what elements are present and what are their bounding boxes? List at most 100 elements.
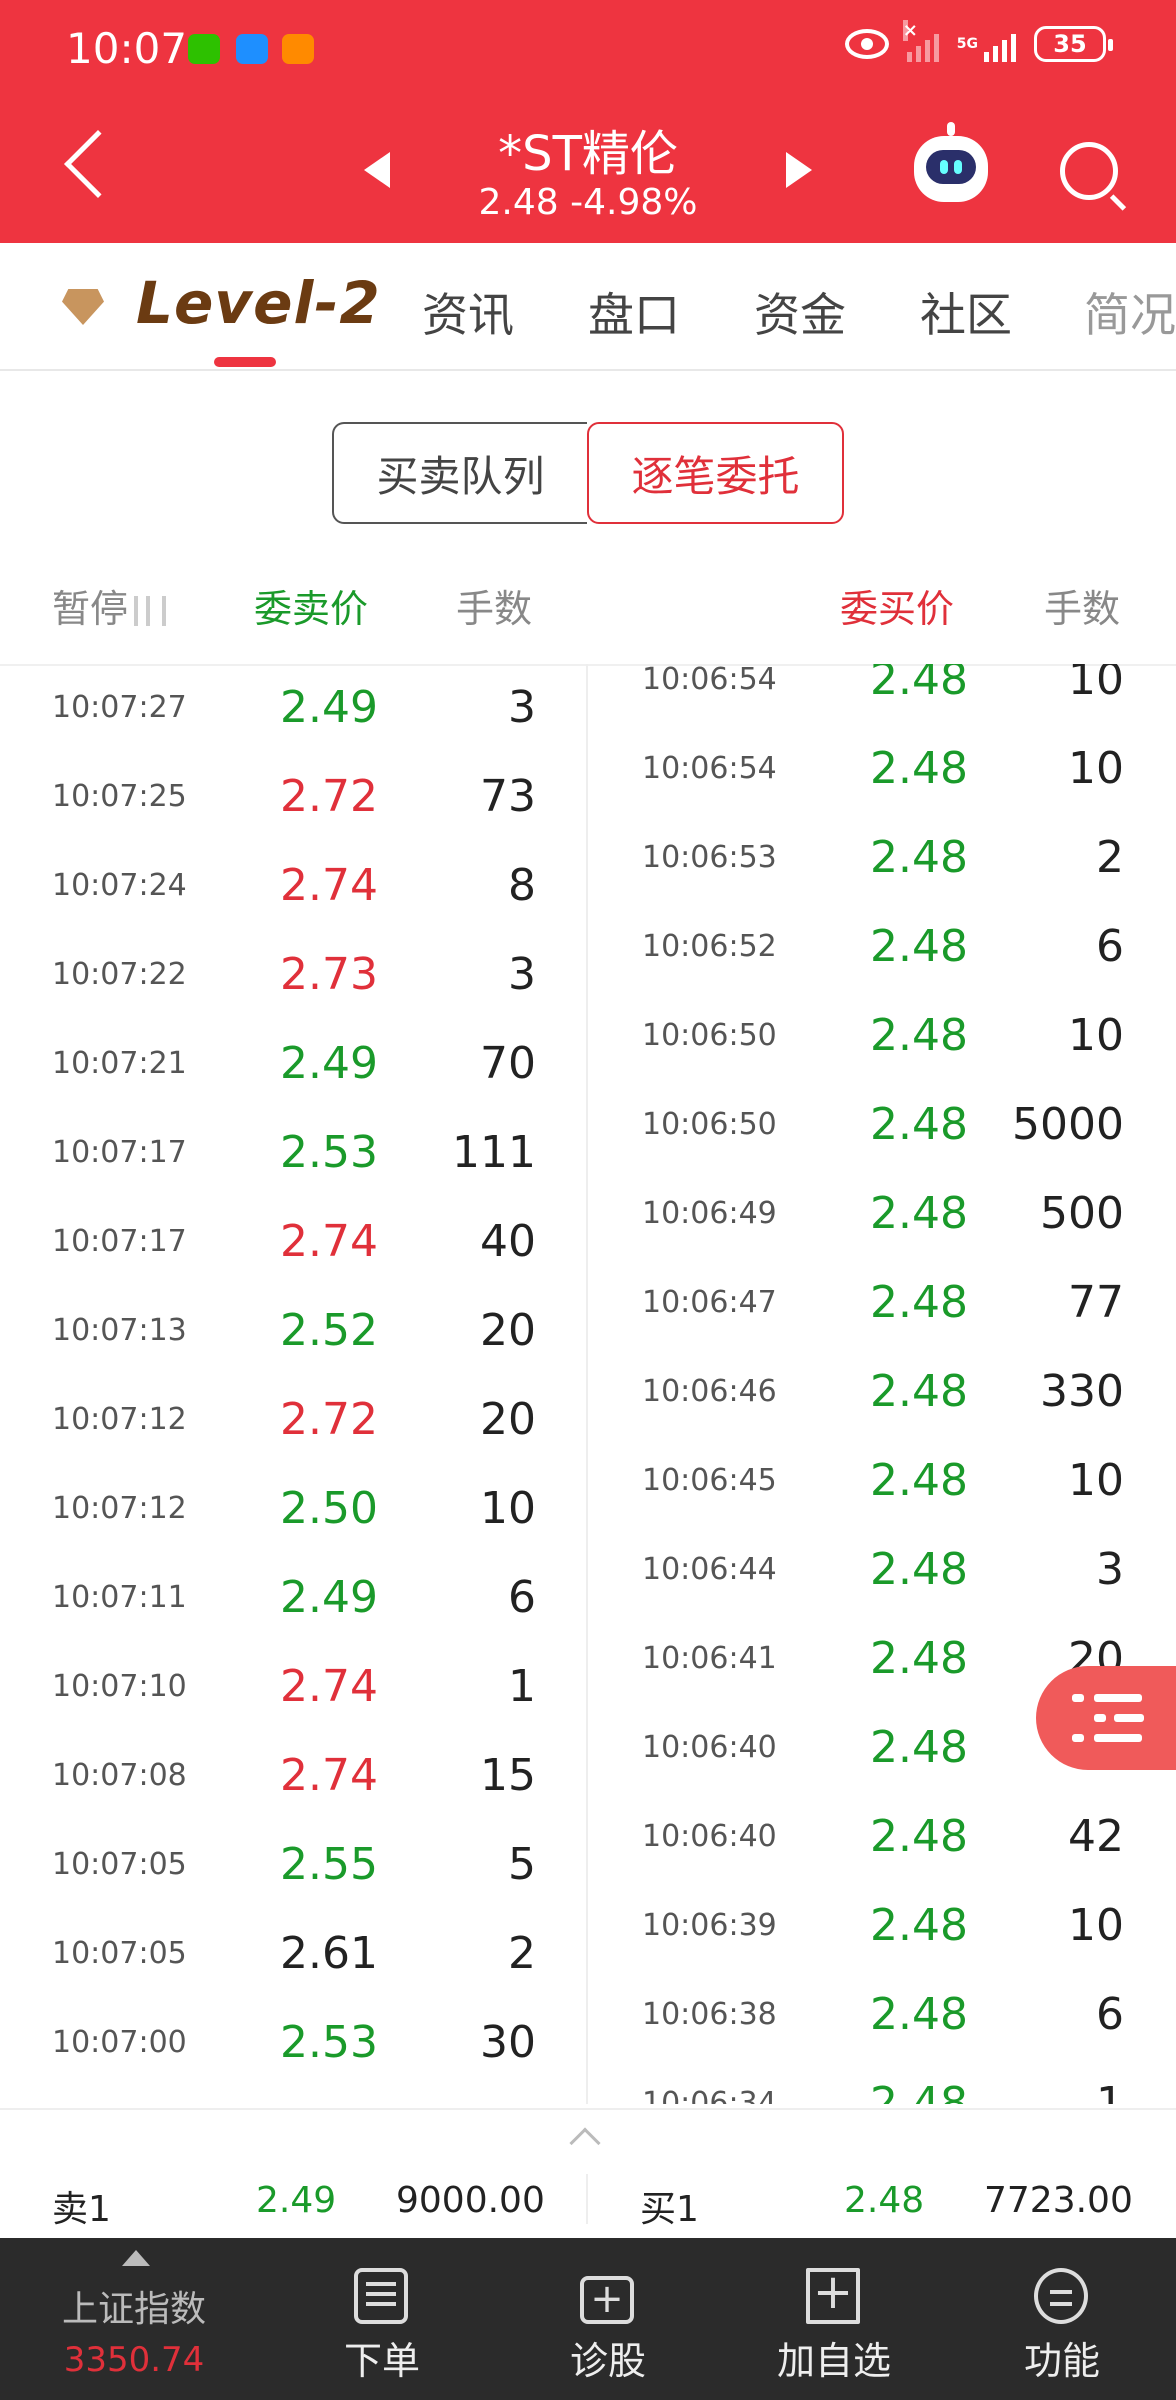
signal-strong-icon	[984, 26, 1016, 62]
order-time: 10:07:17	[52, 1224, 187, 1259]
order-time: 10:06:45	[642, 1463, 777, 1498]
buy-price-header: 委买价	[840, 587, 955, 631]
message-notification-icon	[236, 34, 268, 64]
order-row: 10:07:17 2.74 40	[0, 1198, 586, 1287]
order-time: 10:07:00	[52, 2025, 187, 2060]
order-row: 10:06:54 2.48 10	[588, 664, 1176, 725]
eye-icon	[844, 29, 889, 59]
order-row: 10:06:50 2.48 5000	[588, 1081, 1176, 1170]
order-quantity: 3	[508, 682, 536, 733]
order-row: 10:07:17 2.53 111	[0, 1109, 586, 1198]
order-row: 10:06:44 2.48 3	[588, 1526, 1176, 1615]
order-quantity: 6	[508, 1572, 536, 1623]
order-quantity: 15	[480, 1750, 536, 1801]
floating-menu-button[interactable]	[1036, 1666, 1176, 1770]
order-row: 10:07:12 2.72 20	[0, 1376, 586, 1465]
pause-label: 暂停	[52, 587, 129, 631]
robot-assistant-icon[interactable]	[914, 122, 988, 202]
tab-news[interactable]: 资讯	[422, 279, 514, 345]
order-time: 10:07:27	[52, 690, 187, 725]
diagnose-label: 诊股	[569, 2339, 646, 2383]
best-buy-volume: 7723.00	[984, 2180, 1133, 2221]
order-time: 10:06:44	[642, 1552, 777, 1587]
search-icon[interactable]	[1060, 142, 1118, 200]
sell-lot-header: 手数	[456, 587, 533, 631]
caret-up-icon	[122, 2250, 150, 2266]
order-price: 2.48	[870, 1900, 968, 1951]
order-time: 10:07:12	[52, 1491, 187, 1526]
tab-level2[interactable]: Level-2	[136, 269, 381, 337]
order-quantity: 330	[1040, 1366, 1124, 1417]
tab-funds[interactable]: 资金	[754, 279, 846, 345]
order-quantity: 6	[1096, 1989, 1124, 2040]
order-quantity: 42	[1068, 1811, 1124, 1862]
add-watchlist-label: 加自选	[776, 2339, 891, 2383]
order-row: 10:06:49 2.48 500	[588, 1170, 1176, 1259]
order-quantity: 6	[1096, 921, 1124, 972]
order-row: 10:07:22 2.73 3	[0, 931, 586, 1020]
pause-toggle[interactable]: 暂停	[52, 578, 167, 633]
back-icon[interactable]	[64, 130, 132, 198]
sell-order-list[interactable]: 10:07:27 2.49 3 10:07:25 2.72 73 10:07:24 2.74 8…	[0, 664, 586, 2104]
order-time: 10:06:46	[642, 1374, 777, 1409]
order-price: 2.72	[280, 771, 378, 822]
tab-profile[interactable]: 简况	[1084, 279, 1176, 345]
order-price: 2.49	[280, 1038, 378, 1089]
diagnose-button[interactable]: 诊股	[508, 2238, 708, 2400]
order-row: 10:06:39 2.48 10	[588, 1882, 1176, 1971]
menu-circle-icon	[1034, 2268, 1088, 2324]
order-quantity: 5000	[1012, 1099, 1124, 1150]
next-stock-icon[interactable]	[786, 152, 812, 188]
order-button[interactable]: 下单	[282, 2238, 482, 2400]
functions-label: 功能	[1023, 2339, 1100, 2383]
battery-icon: 35	[1034, 26, 1113, 62]
order-price: 2.55	[280, 1839, 378, 1890]
order-time: 10:06:54	[642, 664, 777, 697]
market-index-button[interactable]: 上证指数 3350.74	[0, 2238, 268, 2400]
order-time: 10:06:40	[642, 1730, 777, 1765]
order-row: 10:06:50 2.48 10	[588, 992, 1176, 1081]
previous-stock-icon[interactable]	[364, 152, 390, 188]
order-price: 2.48	[870, 832, 968, 883]
order-quantity: 500	[1040, 1188, 1124, 1239]
index-value: 3350.74	[63, 2340, 205, 2380]
order-time: 10:06:38	[642, 1997, 777, 2032]
order-quantity: 8	[508, 860, 536, 911]
order-row: 10:06:40 2.48 42	[588, 1793, 1176, 1882]
tab-order-book[interactable]: 盘口	[588, 279, 680, 345]
order-time: 10:06:50	[642, 1018, 777, 1053]
order-quantity: 10	[1068, 1455, 1124, 1506]
order-price: 2.50	[280, 1483, 378, 1534]
order-quantity: 111	[452, 1127, 536, 1178]
diamond-icon	[62, 289, 104, 325]
status-time: 10:07	[66, 24, 188, 73]
order-quantity: 10	[1068, 743, 1124, 794]
order-price: 2.49	[280, 1572, 378, 1623]
buy-order-list[interactable]: 10:06:54 2.48 10 10:06:54 2.48 10 10:06:53 2.48…	[588, 664, 1176, 2104]
order-row: 10:07:12 2.50 10	[0, 1465, 586, 1554]
plus-square-icon	[806, 2264, 860, 2324]
order-quantity: 20	[480, 1305, 536, 1356]
wechat-notification-icon	[188, 34, 220, 64]
order-price: 2.48	[870, 1366, 968, 1417]
order-price: 2.53	[280, 2017, 378, 2068]
tab-community[interactable]: 社区	[920, 279, 1012, 345]
order-price: 2.48	[870, 1544, 968, 1595]
order-row: 10:07:11 2.49 6	[0, 1554, 586, 1643]
order-price: 2.48	[870, 1633, 968, 1684]
order-price: 2.48	[870, 1188, 968, 1239]
stock-name: *ST精伦	[498, 126, 678, 182]
segment-queue-button[interactable]: 买卖队列	[332, 422, 587, 524]
bottom-nav: 上证指数 3350.74 下单 诊股 加自选 功能	[0, 2238, 1176, 2400]
order-row: 10:07:10 2.74 1	[0, 1643, 586, 1732]
order-price: 2.74	[280, 1216, 378, 1267]
add-watchlist-button[interactable]: 加自选	[734, 2238, 934, 2400]
order-price: 2.74	[280, 860, 378, 911]
order-price: 2.48	[870, 743, 968, 794]
order-quantity: 10	[1068, 664, 1124, 705]
chevron-up-icon[interactable]	[569, 2127, 601, 2159]
app-header: 10:07 × 5G 35 *ST精伦 2.48 -4.98%	[0, 0, 1176, 243]
best-buy-price: 2.48	[844, 2180, 925, 2221]
segment-tick-order-button[interactable]: 逐笔委托	[587, 422, 844, 524]
functions-button[interactable]: 功能	[962, 2238, 1162, 2400]
